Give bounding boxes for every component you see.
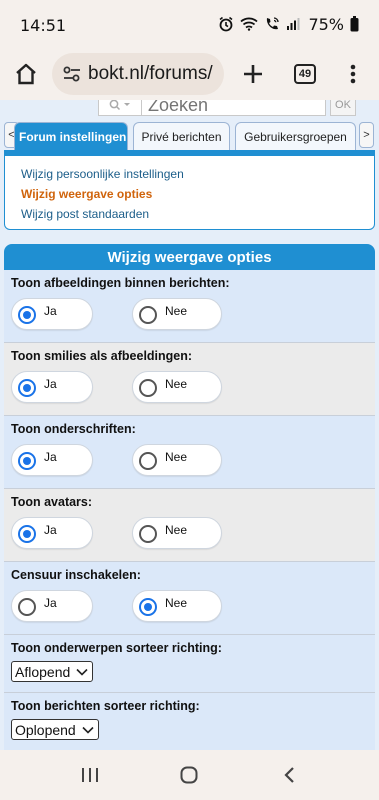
- home-circle-icon: [180, 766, 198, 784]
- tab-prive-berichten[interactable]: Privé berichten: [133, 122, 230, 150]
- radio-button[interactable]: [18, 525, 36, 543]
- radio-nee[interactable]: Nee: [132, 517, 222, 549]
- tab-gebruikersgroepen[interactable]: Gebruikersgroepen: [235, 122, 356, 150]
- radio-nee[interactable]: Nee: [132, 590, 222, 622]
- wifi-calling-icon: [264, 16, 280, 32]
- site-settings-icon[interactable]: [60, 66, 84, 82]
- tab-forum-instellingen[interactable]: Forum instellingen: [14, 122, 128, 150]
- navigation-bar: [0, 750, 379, 800]
- option-label: Toon smilies als afbeeldingen:: [11, 349, 193, 363]
- search-icon: [109, 100, 130, 111]
- radio-nee[interactable]: Nee: [132, 371, 222, 403]
- search-input[interactable]: [142, 100, 326, 116]
- page-content: OK < Forum instellingen Privé berichten …: [0, 100, 379, 750]
- radio-nee[interactable]: Nee: [132, 298, 222, 330]
- radio-button[interactable]: [139, 598, 157, 616]
- more-vert-icon: [350, 64, 356, 84]
- tabs-next-button[interactable]: >: [359, 122, 374, 148]
- browser-toolbar: bokt.nl/forums/ 49: [0, 48, 379, 100]
- wifi-icon: [240, 17, 259, 31]
- option-row: Toon berichten sorteer richting: Oplopen…: [4, 693, 375, 750]
- option-label: Toon berichten sorteer richting:: [11, 699, 200, 713]
- chevron-down-icon: [82, 726, 94, 734]
- chevron-down-icon: [76, 668, 88, 676]
- option-row: Toon onderwerpen sorteer richting: Aflop…: [4, 635, 375, 693]
- tab-bar: < Forum instellingen Privé berichten Geb…: [4, 122, 375, 150]
- posts-sort-select[interactable]: Oplopend: [11, 719, 99, 740]
- home-icon: [16, 63, 36, 85]
- topics-sort-select[interactable]: Aflopend: [11, 661, 94, 682]
- tab-switcher-button[interactable]: 49: [279, 48, 331, 100]
- option-label: Toon onderwerpen sorteer richting:: [11, 641, 222, 655]
- option-label: Toon afbeeldingen binnen berichten:: [11, 276, 230, 290]
- radio-button[interactable]: [18, 452, 36, 470]
- radio-ja[interactable]: Ja: [11, 371, 93, 403]
- radio-button[interactable]: [139, 452, 157, 470]
- option-row: Toon avatars: Ja Nee: [4, 489, 375, 562]
- option-row: Toon smilies als afbeeldingen: Ja Nee: [4, 343, 375, 416]
- status-bar: 14:51 75%: [0, 0, 379, 48]
- panel-title: Wijzig weergave opties: [107, 248, 272, 266]
- radio-button[interactable]: [18, 598, 36, 616]
- option-row: Toon onderschriften: Ja Nee: [4, 416, 375, 489]
- search-ok-button[interactable]: OK: [330, 100, 356, 116]
- back-button[interactable]: [259, 755, 319, 795]
- settings-submenu: Wijzig persoonlijke instellingen Wijzig …: [4, 150, 375, 230]
- back-icon: [284, 767, 294, 783]
- plus-icon: [244, 65, 262, 83]
- recent-apps-button[interactable]: [60, 755, 120, 795]
- radio-button[interactable]: [18, 306, 36, 324]
- address-bar[interactable]: bokt.nl/forums/: [52, 53, 224, 95]
- radio-button[interactable]: [139, 379, 157, 397]
- battery-icon: [350, 16, 359, 32]
- recents-icon: [81, 768, 98, 782]
- option-row: Toon afbeeldingen binnen berichten: Ja N…: [4, 270, 375, 343]
- alarm-icon: [218, 16, 234, 32]
- status-time: 14:51: [20, 15, 67, 35]
- option-label: Toon avatars:: [11, 495, 93, 509]
- url-text: bokt.nl/forums/: [88, 63, 213, 84]
- radio-nee[interactable]: Nee: [132, 444, 222, 476]
- new-tab-button[interactable]: [227, 48, 279, 100]
- home-button[interactable]: [0, 48, 52, 100]
- option-row: Censuur inschakelen: Ja Nee: [4, 562, 375, 635]
- radio-button[interactable]: [18, 379, 36, 397]
- link-persoonlijke-instellingen[interactable]: Wijzig persoonlijke instellingen: [21, 164, 374, 184]
- option-label: Censuur inschakelen:: [11, 568, 141, 582]
- menu-button[interactable]: [331, 48, 375, 100]
- tab-count: 49: [294, 64, 316, 84]
- display-options-panel: Wijzig weergave opties Toon afbeeldingen…: [4, 244, 375, 750]
- option-label: Toon onderschriften:: [11, 422, 136, 436]
- radio-button[interactable]: [139, 306, 157, 324]
- radio-ja[interactable]: Ja: [11, 517, 93, 549]
- radio-ja[interactable]: Ja: [11, 444, 93, 476]
- link-weergave-opties[interactable]: Wijzig weergave opties: [21, 184, 374, 204]
- radio-ja[interactable]: Ja: [11, 298, 93, 330]
- search-bar: OK: [98, 100, 356, 116]
- search-type-button[interactable]: [98, 100, 142, 116]
- radio-ja[interactable]: Ja: [11, 590, 93, 622]
- home-nav-button[interactable]: [159, 755, 219, 795]
- battery-percentage: 75%: [308, 14, 344, 34]
- link-post-standaarden[interactable]: Wijzig post standaarden: [21, 204, 374, 224]
- signal-icon: [286, 17, 300, 31]
- radio-button[interactable]: [139, 525, 157, 543]
